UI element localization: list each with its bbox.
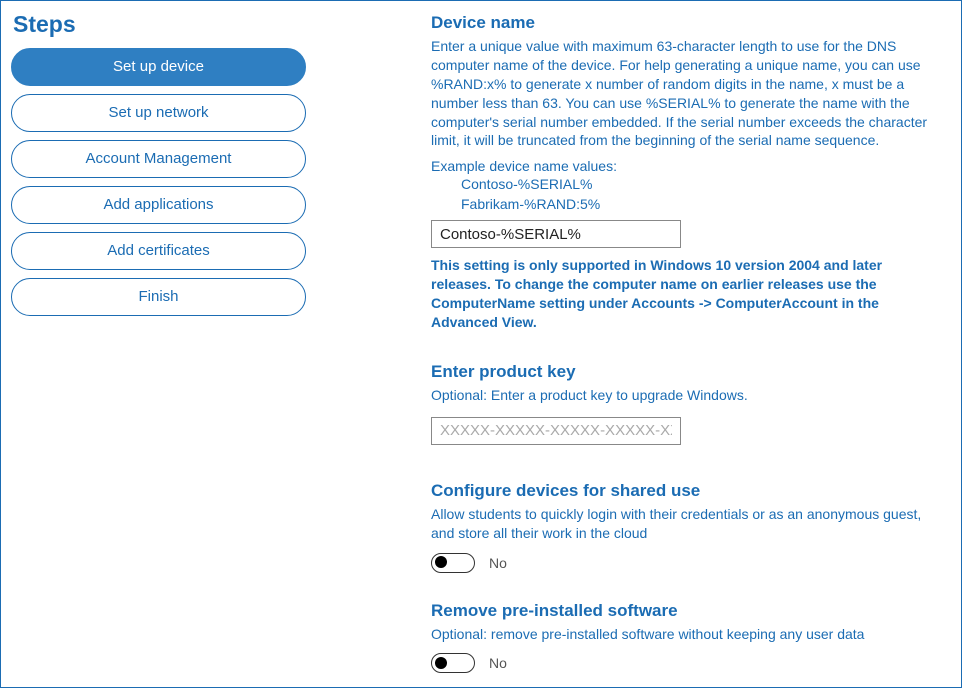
product-key-input[interactable] (431, 417, 681, 445)
product-key-section: Enter product key Optional: Enter a prod… (431, 362, 943, 453)
step-account-management[interactable]: Account Management (11, 140, 306, 178)
shared-use-toggle-label: No (489, 555, 507, 571)
shared-use-toggle[interactable] (431, 553, 475, 573)
toggle-knob-icon (435, 657, 447, 669)
shared-use-section: Configure devices for shared use Allow s… (431, 481, 943, 573)
remove-software-toggle-label: No (489, 655, 507, 671)
step-set-up-network[interactable]: Set up network (11, 94, 306, 132)
shared-use-toggle-row: No (431, 553, 943, 573)
step-finish[interactable]: Finish (11, 278, 306, 316)
product-key-title: Enter product key (431, 362, 943, 382)
remove-software-toggle[interactable] (431, 653, 475, 673)
device-name-section: Device name Enter a unique value with ma… (431, 13, 943, 332)
steps-panel: Steps Set up device Set up network Accou… (11, 11, 331, 677)
steps-title: Steps (13, 11, 331, 38)
device-name-note: This setting is only supported in Window… (431, 256, 943, 332)
remove-software-title: Remove pre-installed software (431, 601, 943, 621)
toggle-knob-icon (435, 556, 447, 568)
device-name-example-1: Contoso-%SERIAL% (461, 176, 943, 192)
device-name-example-label: Example device name values: (431, 158, 943, 174)
device-name-title: Device name (431, 13, 943, 33)
step-add-applications[interactable]: Add applications (11, 186, 306, 224)
product-key-desc: Optional: Enter a product key to upgrade… (431, 386, 943, 405)
device-name-desc: Enter a unique value with maximum 63-cha… (431, 37, 943, 150)
shared-use-desc: Allow students to quickly login with the… (431, 505, 943, 543)
remove-software-desc: Optional: remove pre-installed software … (431, 625, 943, 644)
device-name-example-2: Fabrikam-%RAND:5% (461, 196, 943, 212)
remove-software-toggle-row: No (431, 653, 943, 673)
step-set-up-device[interactable]: Set up device (11, 48, 306, 86)
main-content: Device name Enter a unique value with ma… (331, 11, 943, 677)
device-name-input[interactable] (431, 220, 681, 248)
remove-software-section: Remove pre-installed software Optional: … (431, 601, 943, 674)
step-add-certificates[interactable]: Add certificates (11, 232, 306, 270)
shared-use-title: Configure devices for shared use (431, 481, 943, 501)
